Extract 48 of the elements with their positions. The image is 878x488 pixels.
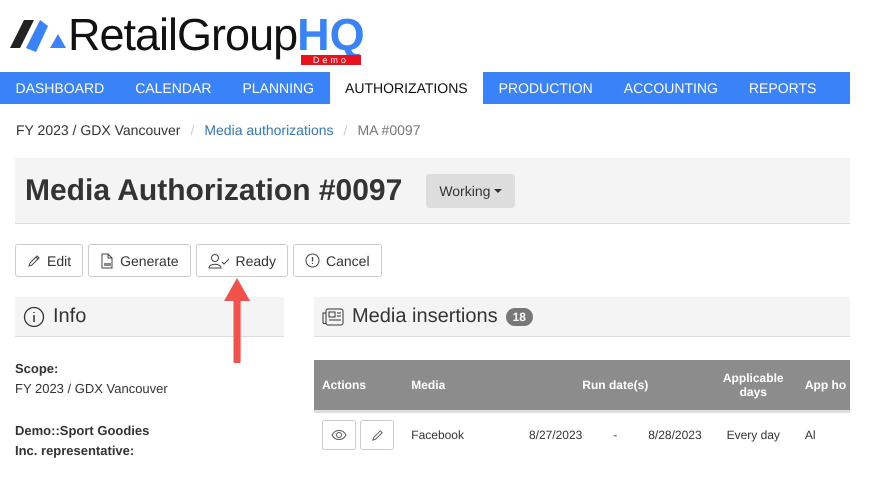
column-header: App ho <box>796 360 850 412</box>
action-button[interactable]: Cancel <box>292 244 382 277</box>
table-cell: 8/27/2023 <box>528 428 582 442</box>
nav-tab[interactable]: AUTHORIZATIONS <box>330 72 484 104</box>
table-cell: Facebook <box>403 412 521 457</box>
status-dropdown[interactable]: Working <box>426 174 516 208</box>
column-header: Actions <box>314 360 404 412</box>
field-label: Demo::Sport Goodies Inc. representative: <box>15 422 150 460</box>
demo-badge: Demo <box>300 55 361 65</box>
column-header: Run date(s) <box>520 360 710 412</box>
action-button[interactable]: Generate <box>88 244 190 277</box>
document-icon <box>100 252 114 268</box>
nav-tab[interactable]: PLANNING <box>226 72 330 104</box>
action-button[interactable]: Edit <box>15 244 84 277</box>
column-header: Media <box>403 360 521 412</box>
nav-tab[interactable]: PRODUCTION <box>483 72 608 104</box>
view-button[interactable] <box>322 420 356 450</box>
insertions-title: Media insertions <box>352 305 498 328</box>
info-icon <box>23 306 45 328</box>
breadcrumb-item: FY 2023 / GDX Vancouver <box>16 122 180 140</box>
pencil-icon <box>27 254 41 268</box>
column-header: Applicable days <box>710 360 797 412</box>
table-cell: 8/28/2023 <box>648 428 702 442</box>
nav-tab[interactable]: REPORTS <box>733 72 832 104</box>
field-value: FY 2023 / GDX Vancouver <box>15 380 169 398</box>
eye-icon <box>331 429 347 441</box>
logo-name: RetailGroup <box>68 12 298 57</box>
nav-tab[interactable]: CALENDAR <box>120 72 227 104</box>
alert-circle-icon <box>304 253 320 268</box>
page-title: Media Authorization #0097 <box>25 174 402 208</box>
info-title: Info <box>53 305 86 328</box>
nav-tab[interactable]: ACCOUNTING <box>608 72 734 104</box>
logo-suffix: HQ <box>297 12 365 57</box>
table-cell: Every day <box>710 412 797 457</box>
pencil-icon <box>370 428 384 442</box>
breadcrumb-separator: / <box>344 122 348 140</box>
table-cell: Al <box>796 412 850 457</box>
breadcrumb-separator: / <box>190 122 194 140</box>
newspaper-icon <box>322 306 344 326</box>
nav-tab[interactable]: DASHBOARD <box>0 72 120 104</box>
field-label: Scope: <box>15 360 60 378</box>
user-check-icon <box>208 252 230 268</box>
count-badge: 18 <box>506 308 533 326</box>
breadcrumb-link[interactable]: Media authorizations <box>204 122 334 142</box>
caret-icon <box>494 188 502 192</box>
breadcrumb-current: MA #0097 <box>357 122 420 140</box>
action-button[interactable]: Ready <box>196 244 288 277</box>
date-separator: - <box>613 428 618 442</box>
